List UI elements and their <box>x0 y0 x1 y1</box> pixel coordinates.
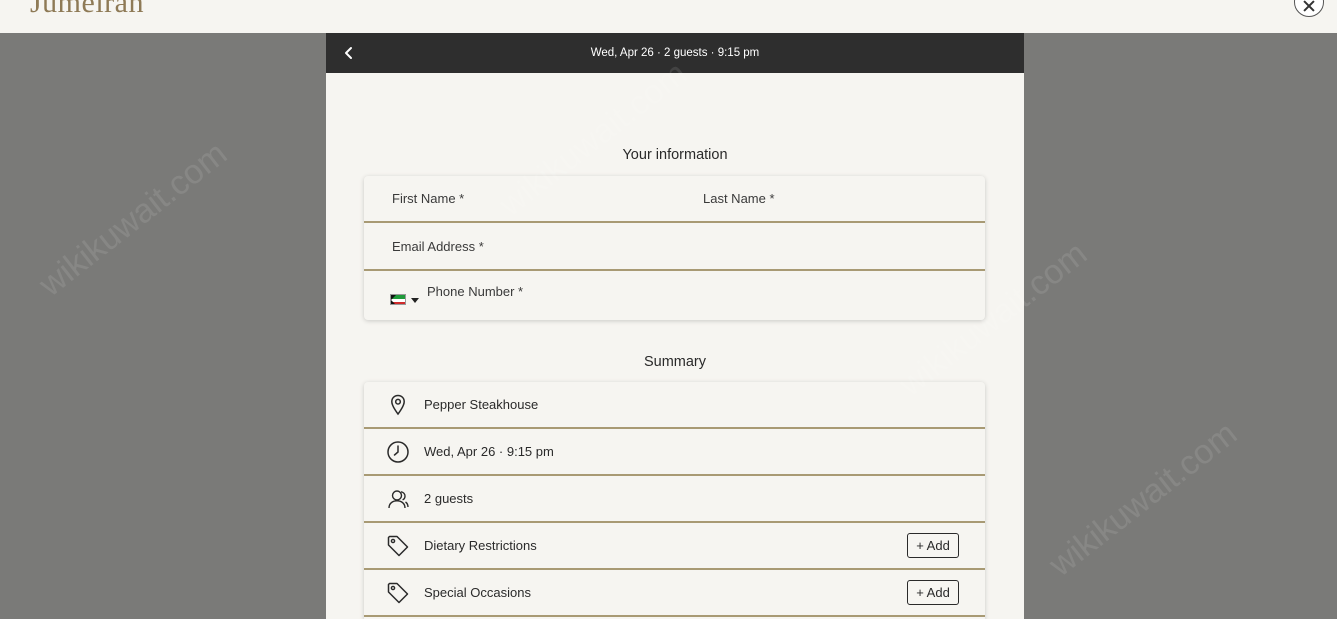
first-name-field[interactable]: First Name * <box>392 191 464 206</box>
users-icon <box>388 490 409 509</box>
add-dietary-button[interactable]: + Add <box>907 533 959 558</box>
booking-summary-header: Wed, Apr 26 · 2 guests · 9:15 pm <box>590 47 760 59</box>
tag-icon <box>387 582 409 604</box>
summary-title: Summary <box>643 354 707 370</box>
divider <box>364 221 985 223</box>
kuwait-flag-icon[interactable] <box>390 294 406 305</box>
back-button[interactable] <box>340 44 358 62</box>
top-bar: Jumeirah <box>0 0 1337 33</box>
tag-icon <box>387 535 409 557</box>
summary-card: Pepper Steakhouse Wed, Apr 26 · 9:15 pm … <box>364 382 985 619</box>
brand-logo[interactable]: Jumeirah <box>30 0 144 20</box>
reservation-datetime: Wed, Apr 26 · 9:15 pm <box>424 444 554 459</box>
booking-modal: Wed, Apr 26 · 2 guests · 9:15 pm Your in… <box>326 33 1024 619</box>
last-name-field[interactable]: Last Name * <box>703 191 775 206</box>
phone-field[interactable]: Phone Number * <box>427 284 523 299</box>
summary-row-guests: 2 guests <box>364 476 985 523</box>
close-icon[interactable] <box>1294 0 1324 17</box>
modal-header: Wed, Apr 26 · 2 guests · 9:15 pm <box>326 33 1024 73</box>
divider <box>364 615 985 617</box>
email-field[interactable]: Email Address * <box>392 239 484 254</box>
chevron-down-icon[interactable] <box>411 298 419 303</box>
watermark-text: wikikuwait.com <box>1042 414 1245 584</box>
special-occasions-label: Special Occasions <box>424 585 531 600</box>
guest-count: 2 guests <box>424 491 474 506</box>
summary-row-datetime: Wed, Apr 26 · 9:15 pm <box>364 429 985 476</box>
restaurant-name: Pepper Steakhouse <box>424 397 539 412</box>
add-occasion-button[interactable]: + Add <box>907 580 959 605</box>
watermark-text: wikikuwait.com <box>32 134 235 304</box>
dietary-restrictions-label: Dietary Restrictions <box>424 538 537 553</box>
map-pin-icon <box>391 394 405 416</box>
summary-row-dietary: Dietary Restrictions + Add <box>364 523 985 570</box>
your-information-title: Your information <box>622 147 728 163</box>
divider <box>364 269 985 271</box>
summary-row-restaurant: Pepper Steakhouse <box>364 382 985 429</box>
your-information-card: First Name * Last Name * Email Address *… <box>364 176 985 320</box>
chevron-left-icon <box>345 47 352 59</box>
clock-icon <box>387 441 409 463</box>
summary-row-occasions: Special Occasions + Add <box>364 570 985 617</box>
